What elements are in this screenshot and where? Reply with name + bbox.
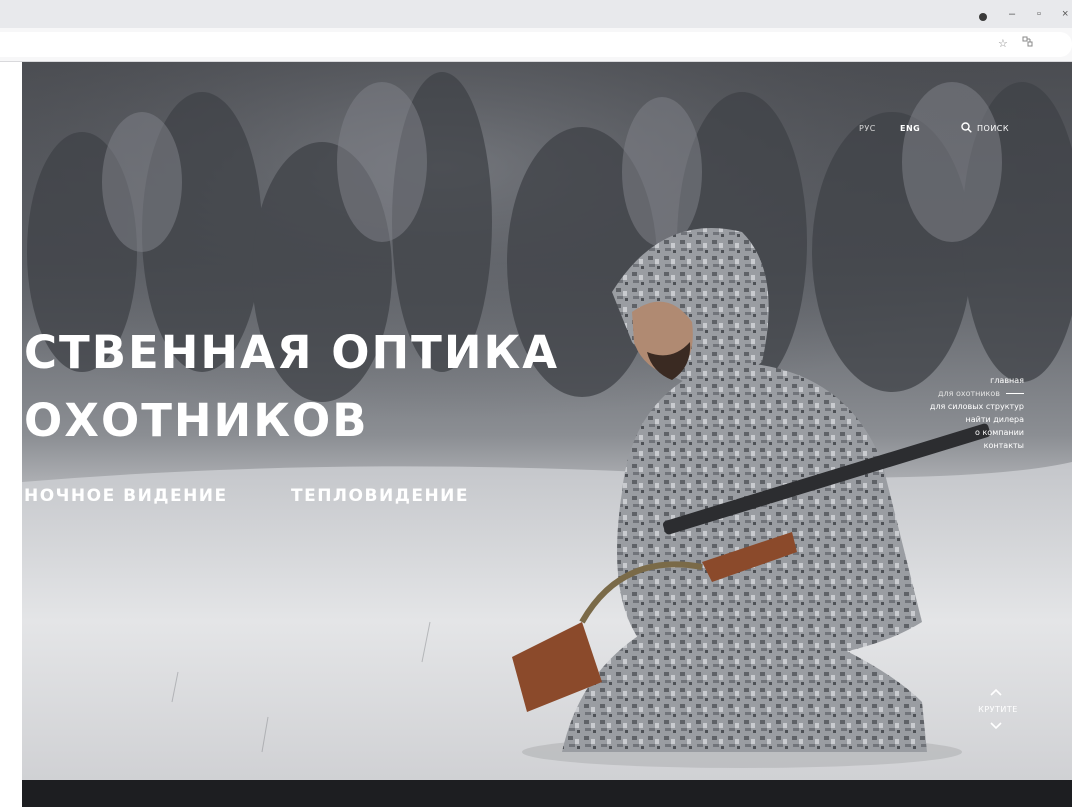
page-left-margin [0,62,22,807]
chevron-down-icon[interactable] [990,722,1002,730]
lang-ru-link[interactable]: РУС [859,124,876,133]
minimize-button[interactable]: – [1009,9,1015,20]
category-night-vision-link[interactable]: НОЧНОЕ ВИДЕНИЕ [24,486,228,506]
menu-item-about[interactable]: о компании [930,426,1024,439]
hero-headline-line2: ОХОТНИКОВ [24,394,369,447]
browser-toolbar [0,28,1072,62]
maximize-button[interactable]: ▫ [1037,9,1041,20]
category-thermal-link[interactable]: ТЕПЛОВИДЕНИЕ [291,486,469,506]
scroll-hint-label: КРУТИТЕ [978,705,1018,714]
menu-item-home[interactable]: главная [930,374,1024,387]
hero-headline-line1: СТВЕННАЯ ОПТИКА [24,326,560,379]
address-bar[interactable] [0,32,1072,57]
lang-en-link[interactable]: ENG [900,124,920,133]
star-icon[interactable]: ☆ [998,37,1008,50]
bottom-bar [22,780,1072,807]
chevron-up-icon[interactable] [990,688,1002,696]
menu-item-contacts[interactable]: контакты [930,439,1024,452]
browser-titlebar: – ▫ × [0,0,1072,28]
extension-icon[interactable] [1022,36,1033,47]
close-button[interactable]: × [1062,9,1068,20]
side-menu: главная для охотников для силовых структ… [930,374,1024,452]
menu-item-find-dealer[interactable]: найти дилера [930,413,1024,426]
menu-item-security-forces[interactable]: для силовых структур [930,400,1024,413]
search-icon[interactable] [961,122,972,133]
search-link[interactable]: ПОИСК [977,124,1009,133]
profile-icon[interactable] [979,13,987,21]
menu-item-hunters[interactable]: для охотников [930,387,1024,400]
